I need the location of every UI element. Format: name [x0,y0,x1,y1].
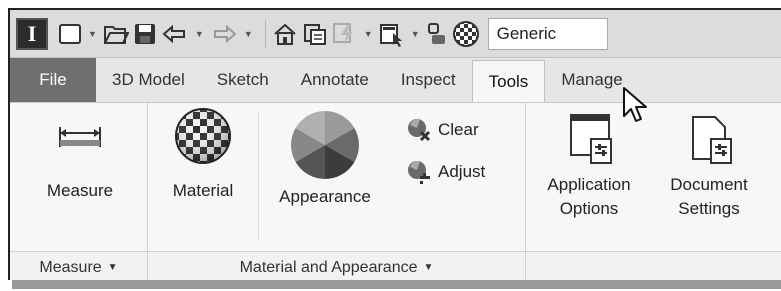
adjust-label: Adjust [438,162,486,181]
appearance-style-box[interactable]: Generic [487,17,608,50]
measure-label: Measure [46,181,114,200]
material-button[interactable]: Material [158,105,248,203]
tab-tools[interactable]: Tools [471,60,546,102]
open-button[interactable] [103,18,129,50]
tab-3d-model[interactable]: 3D Model [96,58,201,102]
adjust-appearance-button[interactable]: Adjust [406,159,485,185]
update-button[interactable] [332,18,358,50]
toolbar-separator [264,19,266,48]
options-panel-label [526,251,781,280]
material-label: Material [172,181,234,200]
measure-panel-label[interactable]: Measure ▼ [10,251,147,280]
clear-appearance-button[interactable]: Clear [406,117,479,143]
project-icon [303,23,326,45]
panel-divider [258,111,259,241]
update-dropdown-icon[interactable]: ▼ [364,29,373,39]
measure-button[interactable]: Measure [30,113,130,203]
document-settings-label-2: Settings [678,199,740,218]
measure-quick-button[interactable] [426,18,448,50]
appearance-quick-button[interactable] [452,18,480,50]
appearance-wheel-icon [291,111,359,179]
redo-dropdown-icon[interactable]: ▼ [244,29,253,39]
material-appearance-panel: Material Appearance Clear Adjust Materia… [148,103,526,280]
document-settings-icon [692,116,732,164]
new-file-button[interactable] [58,18,82,50]
mouse-cursor-icon [623,87,647,122]
ribbon-panel-area: Measure Measure ▼ Material Appearance Cl… [10,102,781,280]
new-dropdown-icon[interactable]: ▼ [88,29,97,39]
undo-dropdown-icon[interactable]: ▼ [195,29,204,39]
project-button[interactable] [302,18,328,50]
tab-file[interactable]: File [10,58,96,102]
chevron-down-icon: ▼ [423,262,434,273]
undo-button[interactable] [161,18,189,50]
options-panel: Application Options Document Settings [526,103,781,280]
appearance-label: Appearance [279,187,371,206]
home-icon [274,23,296,45]
select-dropdown-icon[interactable]: ▼ [411,29,420,39]
folder-open-icon [103,25,129,44]
ribbon-tab-bar: File 3D Model Sketch Annotate Inspect To… [10,58,781,102]
inventor-window: I ▼ ▼ ▼ ▼ ▼ Generic File 3D Model Sketch… [8,8,781,280]
ruler-icon [59,127,101,147]
save-button[interactable] [133,18,157,50]
checker-sphere-icon [452,20,479,47]
chevron-down-icon: ▼ [107,262,118,273]
window-shadow [12,280,781,289]
redo-button[interactable] [210,18,238,50]
home-button[interactable] [272,18,298,50]
material-sphere-icon [175,108,231,164]
redo-icon [213,24,237,43]
document-settings-label-1: Document [670,175,748,194]
material-appearance-panel-label[interactable]: Material and Appearance ▼ [148,251,525,280]
clear-icon [408,118,431,142]
component-icon [427,22,445,44]
undo-icon [162,24,185,43]
adjust-icon [408,160,430,184]
application-options-button[interactable]: Application Options [532,109,646,221]
app-logo[interactable]: I [16,17,48,50]
measure-panel: Measure Measure ▼ [10,103,148,280]
application-options-label-1: Application [547,175,631,194]
clear-label: Clear [438,120,479,139]
appearance-button[interactable]: Appearance [266,105,384,209]
tab-sketch[interactable]: Sketch [201,58,285,102]
tab-annotate[interactable]: Annotate [285,58,385,102]
select-icon [379,23,402,47]
save-icon [134,23,155,44]
lightning-icon [332,22,353,45]
document-settings-button[interactable]: Document Settings [654,109,764,221]
select-button[interactable] [379,18,405,50]
application-options-icon [570,114,612,164]
application-options-label-2: Options [559,199,619,218]
new-file-icon [59,23,81,44]
quick-access-toolbar: I ▼ ▼ ▼ ▼ ▼ Generic [10,10,781,58]
tab-inspect[interactable]: Inspect [385,58,472,102]
